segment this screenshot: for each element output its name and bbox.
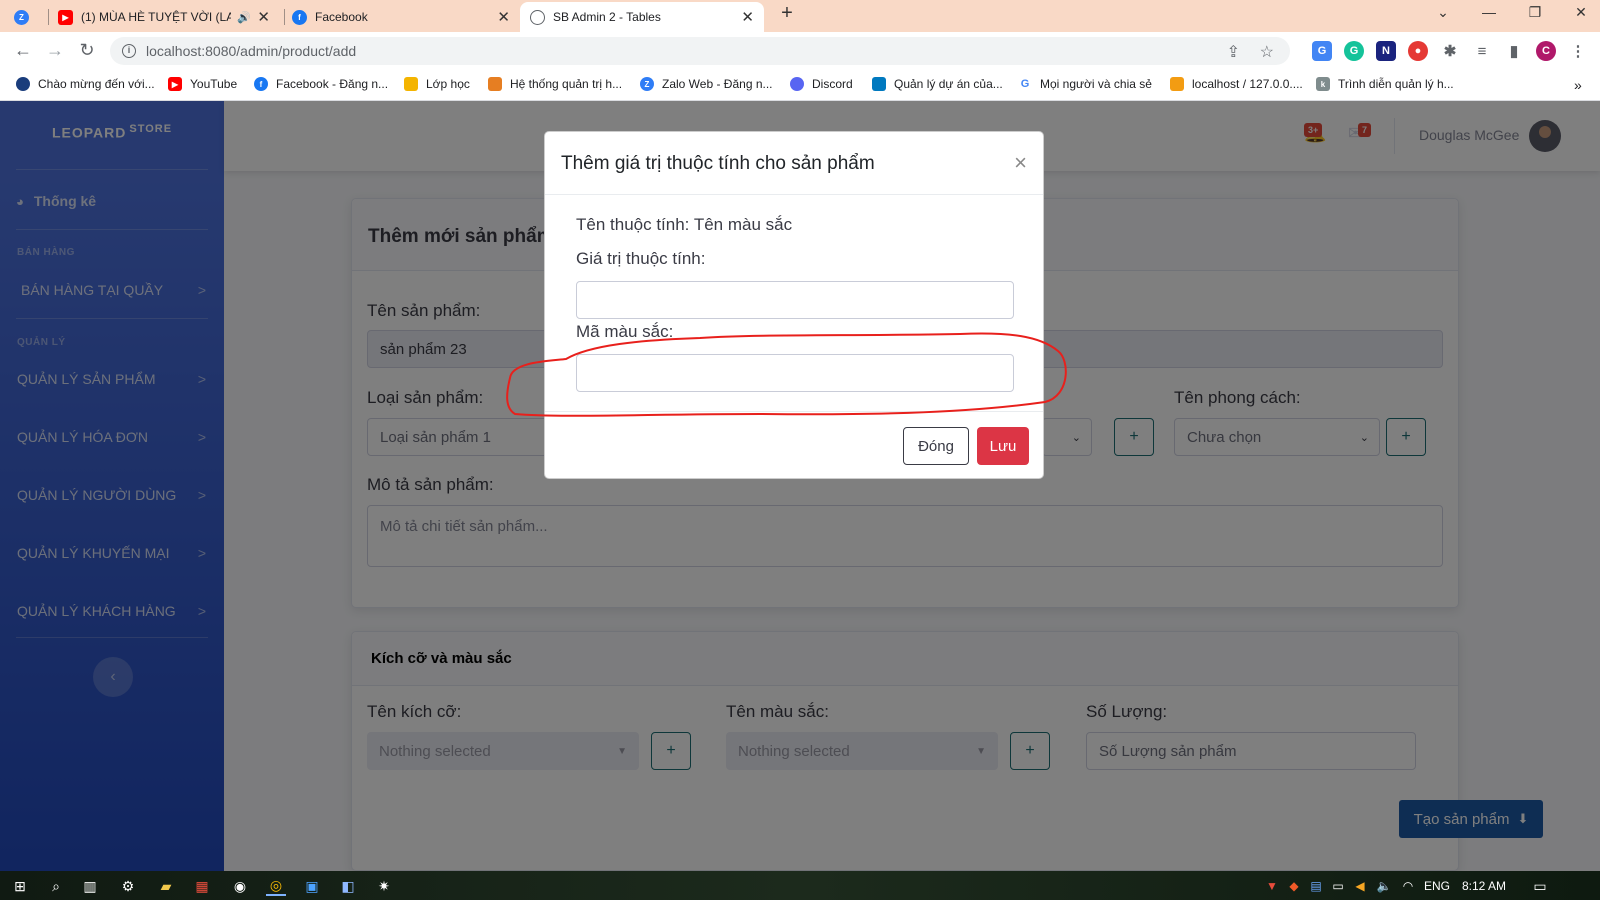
youtube-icon: ▶	[58, 9, 73, 25]
translate-extension-icon[interactable]: G	[1312, 41, 1332, 61]
volume-icon[interactable]: 🔈	[1374, 876, 1394, 896]
menu-kebab-icon[interactable]: ⋮	[1568, 41, 1588, 61]
profile-avatar[interactable]: C	[1536, 41, 1556, 61]
restore-button[interactable]: ❐	[1520, 4, 1550, 21]
app-icon[interactable]: ◉	[230, 876, 250, 896]
language-indicator[interactable]: ENG	[1424, 879, 1450, 893]
bookmark-item[interactable]: Lớp học	[404, 77, 470, 91]
chrome-icon[interactable]: ◎	[266, 876, 286, 896]
ide-icon[interactable]: ◧	[338, 876, 358, 896]
app-window-icon[interactable]: ▣	[302, 876, 322, 896]
minimize-button[interactable]: —	[1474, 4, 1504, 20]
color-code-input[interactable]	[576, 354, 1014, 392]
record-extension-icon[interactable]: ●	[1408, 41, 1428, 61]
trello-icon	[872, 77, 886, 91]
google-icon: G	[1018, 77, 1032, 91]
bookmarks-bar: Chào mừng đến với... ▶ YouTube f Facebook …	[0, 70, 1600, 101]
attribute-value-label: Giá trị thuộc tính:	[576, 249, 706, 268]
grammarly-extension-icon[interactable]: G	[1344, 41, 1364, 61]
tab-sb-admin[interactable]: SB Admin 2 - Tables ✕	[520, 2, 764, 32]
zalo-icon: Z	[640, 77, 654, 91]
url-text: localhost:8080/admin/product/add	[146, 43, 357, 59]
tab-label: Facebook	[315, 10, 368, 24]
windows-taskbar: ⊞ ⌕ ▥ ⚙ ▰ ▦ ◉ ◎ ▣ ◧ ✷ ▼ ◆ ▤ ▭ ◀ 🔈 ◠ ENG …	[0, 871, 1600, 900]
clock[interactable]: 8:12 AM	[1462, 879, 1506, 893]
notifications-icon[interactable]: ▭	[1530, 876, 1550, 896]
close-icon[interactable]: ✕	[257, 8, 270, 26]
k-icon: k	[1316, 77, 1330, 91]
tray-app-icon[interactable]: ▤	[1306, 876, 1326, 896]
reading-list-icon[interactable]: ≡	[1472, 41, 1492, 61]
address-bar: ← → ↻ i localhost:8080/admin/product/add…	[0, 32, 1600, 70]
system-icon	[488, 77, 502, 91]
bookmark-item[interactable]: Z Zalo Web - Đăng n...	[640, 77, 773, 91]
facebook-icon: f	[254, 77, 268, 91]
attribute-name-text: Tên thuộc tính: Tên màu sắc	[576, 215, 793, 234]
add-attribute-value-modal: Thêm giá trị thuộc tính cho sản phẩm × T…	[544, 131, 1044, 479]
bookmark-item[interactable]: G Mọi người và chia sẻ	[1018, 77, 1152, 91]
tray-app-icon[interactable]: ▼	[1262, 876, 1282, 896]
modal-title: Thêm giá trị thuộc tính cho sản phẩm	[561, 153, 875, 174]
tab-label: (1) MÙA HÈ TUYỆT VỜI (LAL	[81, 10, 231, 24]
close-window-button[interactable]: ✕	[1566, 4, 1596, 21]
browser-tab-bar: Z ▶ (1) MÙA HÈ TUYỆT VỜI (LAL 🔊 ✕ f Face…	[0, 0, 1600, 32]
bookmark-star-icon[interactable]: ☆	[1260, 42, 1274, 62]
site-info-icon[interactable]: i	[122, 44, 136, 58]
bookmark-item[interactable]: Discord	[790, 77, 853, 91]
app-grid-icon[interactable]: ▦	[192, 876, 212, 896]
new-extension-icon[interactable]: N	[1376, 41, 1396, 61]
color-code-label: Mã màu sắc:	[576, 322, 674, 341]
side-panel-icon[interactable]: ▮	[1504, 41, 1524, 61]
battery-icon[interactable]: ▭	[1328, 876, 1348, 896]
zalo-icon: Z	[14, 9, 29, 25]
youtube-icon: ▶	[168, 77, 182, 91]
bookmark-favicon-icon	[16, 77, 30, 91]
windows-start-icon[interactable]: ⊞	[10, 876, 30, 896]
bookmark-item[interactable]: f Facebook - Đăng n...	[254, 77, 388, 91]
more-bookmarks-icon[interactable]: »	[1574, 77, 1582, 93]
bookmark-item[interactable]: Chào mừng đến với...	[16, 77, 155, 91]
share-icon[interactable]: ⇪	[1227, 42, 1240, 62]
back-icon[interactable]: ←	[12, 40, 34, 61]
extensions-puzzle-icon[interactable]: ✱	[1440, 41, 1460, 61]
attribute-value-input[interactable]	[576, 281, 1014, 319]
search-icon[interactable]: ⌕	[46, 876, 66, 896]
tab-youtube[interactable]: ▶ (1) MÙA HÈ TUYỆT VỜI (LAL 🔊 ✕	[58, 2, 280, 32]
reload-icon[interactable]: ↻	[76, 40, 98, 61]
close-icon[interactable]: ×	[1014, 150, 1027, 176]
tab-zalo-pinned[interactable]: Z	[14, 2, 44, 32]
task-view-icon[interactable]: ▥	[80, 876, 100, 896]
forward-icon[interactable]: →	[44, 40, 66, 61]
tab-search-icon[interactable]: ⌄	[1428, 4, 1458, 21]
bookmark-item[interactable]: k Trình diễn quản lý h...	[1316, 77, 1454, 91]
bookmark-item[interactable]: Quản lý dự án của...	[872, 77, 1003, 91]
facebook-icon: f	[292, 9, 307, 25]
app-icon[interactable]: ⚙	[118, 876, 138, 896]
wifi-icon[interactable]: ◠	[1398, 876, 1418, 896]
new-tab-button[interactable]: +	[772, 2, 802, 25]
bookmark-item[interactable]: localhost / 127.0.0....	[1170, 77, 1303, 91]
brave-icon[interactable]: ◆	[1284, 876, 1304, 896]
bookmark-item[interactable]: Hệ thống quản trị h...	[488, 77, 622, 91]
discord-icon	[790, 77, 804, 91]
file-explorer-icon[interactable]: ▰	[156, 876, 176, 896]
audio-icon[interactable]: 🔊	[237, 11, 251, 24]
close-button[interactable]: Đóng	[903, 427, 969, 465]
classroom-icon	[404, 77, 418, 91]
settings-gear-icon[interactable]: ✷	[374, 876, 394, 896]
save-button[interactable]: Lưu	[977, 427, 1029, 465]
close-icon[interactable]: ✕	[741, 8, 754, 26]
tab-facebook[interactable]: f Facebook ✕	[292, 2, 520, 32]
close-icon[interactable]: ✕	[497, 8, 510, 26]
globe-icon	[530, 9, 545, 25]
url-field[interactable]: i localhost:8080/admin/product/add ⇪ ☆	[110, 37, 1290, 65]
tab-label: SB Admin 2 - Tables	[553, 10, 661, 24]
bookmark-item[interactable]: ▶ YouTube	[168, 77, 237, 91]
phpmyadmin-icon	[1170, 77, 1184, 91]
tray-app-icon[interactable]: ◀	[1350, 876, 1370, 896]
